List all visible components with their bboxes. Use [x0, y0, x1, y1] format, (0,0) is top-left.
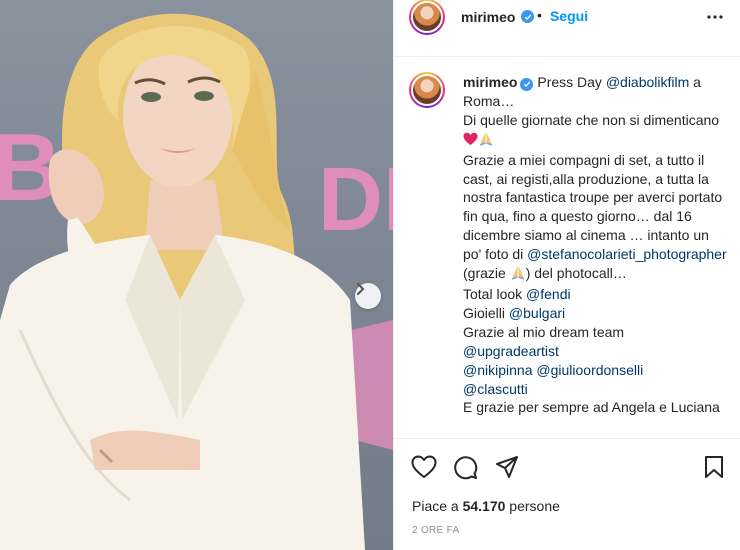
- caption-area: mirimeo Press Day @diabolikfilm a Roma… …: [394, 56, 740, 430]
- verified-icon: [521, 10, 534, 23]
- next-photo-button[interactable]: [355, 283, 381, 309]
- caption-text: ) del photocall…: [525, 265, 627, 282]
- post-actions: Piace a 54.170 persone 2 ORE FA: [394, 438, 740, 550]
- follow-button[interactable]: Segui: [550, 8, 588, 24]
- chevron-right-icon: [357, 283, 365, 295]
- caption-text: Di quelle giornate che non si dimentican…: [463, 111, 720, 128]
- comment-button[interactable]: [453, 455, 478, 485]
- post-timestamp[interactable]: 2 ORE FA: [412, 525, 459, 536]
- separator-dot: •: [537, 7, 542, 23]
- caption-text: Gioielli: [463, 304, 509, 321]
- caption-username[interactable]: mirimeo: [463, 74, 517, 90]
- caption-text: Press Day: [533, 74, 606, 90]
- more-options-button[interactable]: [707, 7, 723, 32]
- post-side-panel: mirimeo • Segui mirimeo Press Day @diabo…: [393, 0, 740, 550]
- post-photo[interactable]: BC DI: [0, 0, 393, 550]
- red-heart-emoji: [463, 132, 478, 151]
- caption-text: (grazie: [463, 265, 510, 282]
- verified-icon: [520, 77, 534, 91]
- praying-hands-emoji: [510, 265, 526, 285]
- photo-illustration: BC DI: [0, 13, 393, 550]
- mention-link[interactable]: @diabolikfilm: [606, 74, 689, 90]
- post-header: mirimeo • Segui: [394, 0, 740, 36]
- mention-link[interactable]: @clascutti: [463, 381, 528, 397]
- comment-icon: [454, 456, 478, 480]
- author-avatar[interactable]: [409, 0, 445, 35]
- praying-hands-emoji: [478, 131, 494, 151]
- share-button[interactable]: [495, 455, 519, 484]
- caption-author-avatar[interactable]: [409, 72, 445, 108]
- like-button[interactable]: [411, 455, 437, 484]
- heart-icon: [411, 455, 437, 478]
- more-icon: [707, 15, 723, 19]
- mention-link[interactable]: @nikipinna: [463, 362, 532, 378]
- save-button[interactable]: [704, 455, 724, 484]
- caption-text: Total look: [463, 285, 527, 302]
- author-username[interactable]: mirimeo: [461, 9, 515, 25]
- likes-count: 54.170: [462, 498, 506, 514]
- mention-link[interactable]: @fendi: [526, 286, 571, 302]
- mention-link[interactable]: @giulioordonselli: [536, 362, 643, 378]
- likes-summary[interactable]: Piace a 54.170 persone: [412, 498, 560, 514]
- mention-link[interactable]: @bulgari: [509, 305, 565, 321]
- bookmark-icon: [705, 456, 723, 478]
- share-icon: [496, 456, 518, 478]
- post-caption: mirimeo Press Day @diabolikfilm a Roma… …: [463, 73, 731, 417]
- caption-text: E grazie per sempre ad Angela e Luciana: [463, 399, 720, 416]
- caption-text: Grazie al mio dream team: [463, 323, 625, 340]
- likes-suffix: persone: [505, 498, 560, 514]
- likes-prefix: Piace a: [412, 498, 463, 514]
- mention-link[interactable]: @stefanocolarieti_photographer: [527, 246, 726, 262]
- backdrop-letters-right: DI: [318, 150, 393, 250]
- mention-link[interactable]: @upgradeartist: [463, 343, 559, 359]
